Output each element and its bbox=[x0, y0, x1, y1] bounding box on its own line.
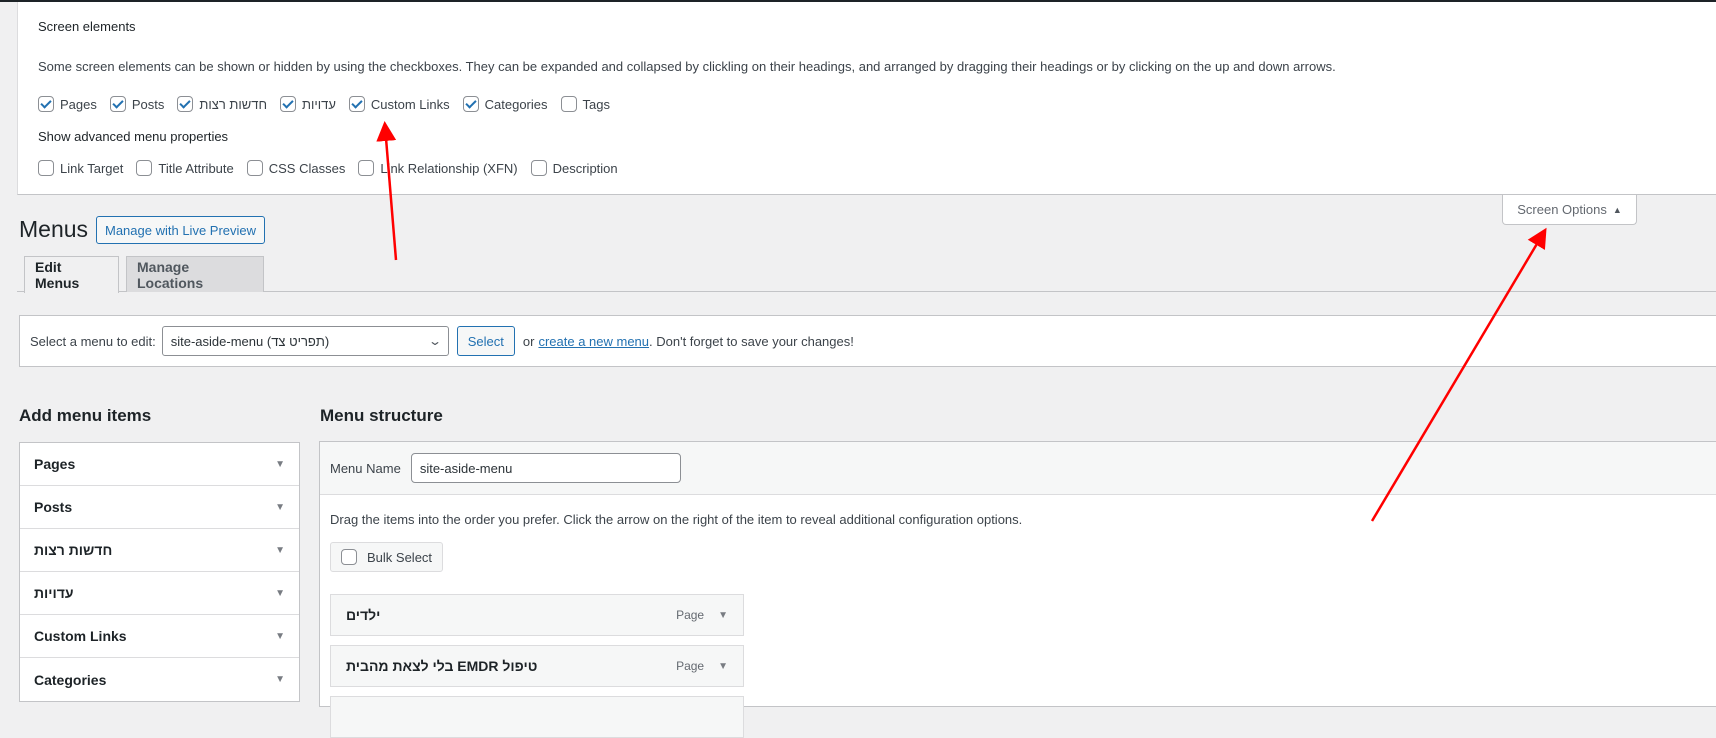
checkbox[interactable] bbox=[109, 96, 126, 112]
accordion-section-categories[interactable]: Categories ▼ bbox=[20, 658, 299, 701]
screen-elements-checkboxes: Pages Posts חדשות רצות עדויות Custom Lin… bbox=[38, 96, 623, 112]
caret-down-icon: ▼ bbox=[275, 587, 285, 599]
menu-name-input[interactable]: site-aside-menu bbox=[410, 453, 681, 483]
bulk-select-checkbox[interactable] bbox=[341, 549, 357, 565]
select-button[interactable]: Select bbox=[456, 326, 515, 356]
caret-down-icon: ▼ bbox=[275, 544, 285, 556]
checkbox[interactable] bbox=[358, 160, 375, 176]
caret-down-icon[interactable]: ▼ bbox=[718, 610, 728, 621]
option-title-attribute[interactable]: Title Attribute bbox=[136, 160, 234, 176]
or-text: or bbox=[522, 333, 535, 349]
option-link-relationship[interactable]: Link Relationship (XFN) bbox=[358, 160, 518, 176]
menu-item[interactable]: ילדים Page ▼ bbox=[330, 594, 744, 636]
manage-live-preview-button[interactable]: Manage with Live Preview bbox=[96, 216, 266, 244]
checkbox[interactable] bbox=[462, 96, 479, 112]
menu-item-title: טיפול EMDR בלי לצאת מהבית bbox=[346, 658, 538, 674]
menu-structure-heading: Menu structure bbox=[320, 406, 443, 425]
tabs-divider bbox=[17, 291, 1716, 292]
checkbox[interactable] bbox=[177, 96, 194, 112]
checkbox[interactable] bbox=[560, 96, 577, 112]
add-menu-items-heading: Add menu items bbox=[19, 406, 152, 425]
caret-down-icon[interactable]: ▼ bbox=[718, 661, 728, 672]
advanced-properties-checkboxes: Link Target Title Attribute CSS Classes … bbox=[38, 160, 631, 176]
accordion-section-custom-links[interactable]: Custom Links ▼ bbox=[20, 615, 299, 658]
checkbox[interactable] bbox=[348, 96, 365, 112]
tab-manage-locations[interactable]: Manage Locations bbox=[126, 256, 264, 292]
accordion-section-pages[interactable]: Pages ▼ bbox=[20, 443, 299, 486]
checkbox[interactable] bbox=[38, 96, 54, 112]
triangle-up-icon: ▲ bbox=[1612, 204, 1622, 215]
menu-item[interactable]: טיפול EMDR בלי לצאת מהבית Page ▼ bbox=[330, 645, 744, 687]
option-css-classes[interactable]: CSS Classes bbox=[246, 160, 345, 176]
menu-item-type: Page bbox=[676, 659, 705, 673]
menu-name-row: Menu Name site-aside-menu bbox=[320, 442, 1716, 495]
menu-item-type: Page bbox=[676, 608, 705, 622]
option-description[interactable]: Description bbox=[530, 160, 618, 176]
checkbox[interactable] bbox=[38, 160, 54, 176]
menu-item[interactable] bbox=[330, 696, 744, 738]
chevron-down-icon: ⌄ bbox=[427, 334, 442, 348]
menu-name-label: Menu Name bbox=[330, 460, 401, 476]
screen-options-panel: Screen elements Some screen elements can… bbox=[17, 2, 1716, 195]
select-menu-bar: Select a menu to edit: site-aside-menu (… bbox=[19, 315, 1716, 367]
create-new-menu-link[interactable]: create a new menu bbox=[538, 334, 649, 349]
caret-down-icon: ▼ bbox=[275, 674, 285, 685]
drag-instructions: Drag the items into the order you prefer… bbox=[330, 512, 1023, 527]
screen-options-toggle[interactable]: Screen Options ▲ bbox=[1502, 195, 1637, 225]
caret-down-icon: ▼ bbox=[275, 630, 285, 642]
option-link-target[interactable]: Link Target bbox=[38, 160, 123, 176]
tab-edit-menus[interactable]: Edit Menus bbox=[24, 256, 119, 293]
selected-menu-value: site-aside-menu (תפריט צד) bbox=[170, 333, 330, 349]
option-tags[interactable]: Tags bbox=[560, 96, 610, 112]
menu-item-title: ילדים bbox=[346, 607, 381, 623]
menu-select-dropdown[interactable]: site-aside-menu (תפריט צד) ⌄ bbox=[161, 326, 449, 356]
option-posts[interactable]: Posts bbox=[109, 96, 164, 112]
caret-down-icon: ▼ bbox=[275, 458, 285, 470]
option-news-ticker[interactable]: חדשות רצות bbox=[177, 96, 267, 112]
bulk-select-button[interactable]: Bulk Select bbox=[330, 542, 444, 572]
screen-elements-description: Some screen elements can be shown or hid… bbox=[38, 59, 1336, 74]
checkbox[interactable] bbox=[530, 160, 547, 176]
option-pages[interactable]: Pages bbox=[38, 96, 97, 112]
advanced-properties-heading: Show advanced menu properties bbox=[38, 129, 229, 144]
select-menu-label: Select a menu to edit: bbox=[30, 333, 156, 349]
checkbox[interactable] bbox=[246, 160, 263, 176]
add-menu-items-accordion: Pages ▼ Posts ▼ חדשות רצות ▼ עדויות ▼ Custom… bbox=[19, 442, 300, 702]
screen-elements-heading: Screen elements bbox=[38, 19, 136, 34]
accordion-section-posts[interactable]: Posts ▼ bbox=[20, 486, 299, 529]
page-title: Menus bbox=[19, 216, 89, 242]
caret-down-icon: ▼ bbox=[275, 501, 285, 513]
menu-structure-panel: Menu Name site-aside-menu Drag the items… bbox=[319, 441, 1716, 738]
option-testimonials[interactable]: עדויות bbox=[280, 96, 336, 112]
save-reminder-text: . Don't forget to save your changes! bbox=[649, 333, 854, 349]
accordion-section-testimonials[interactable]: עדויות ▼ bbox=[20, 572, 299, 615]
option-custom-links[interactable]: Custom Links bbox=[348, 96, 450, 112]
checkbox[interactable] bbox=[136, 160, 153, 176]
option-categories[interactable]: Categories bbox=[462, 96, 548, 112]
accordion-section-news-ticker[interactable]: חדשות רצות ▼ bbox=[20, 529, 299, 572]
checkbox[interactable] bbox=[280, 96, 296, 112]
